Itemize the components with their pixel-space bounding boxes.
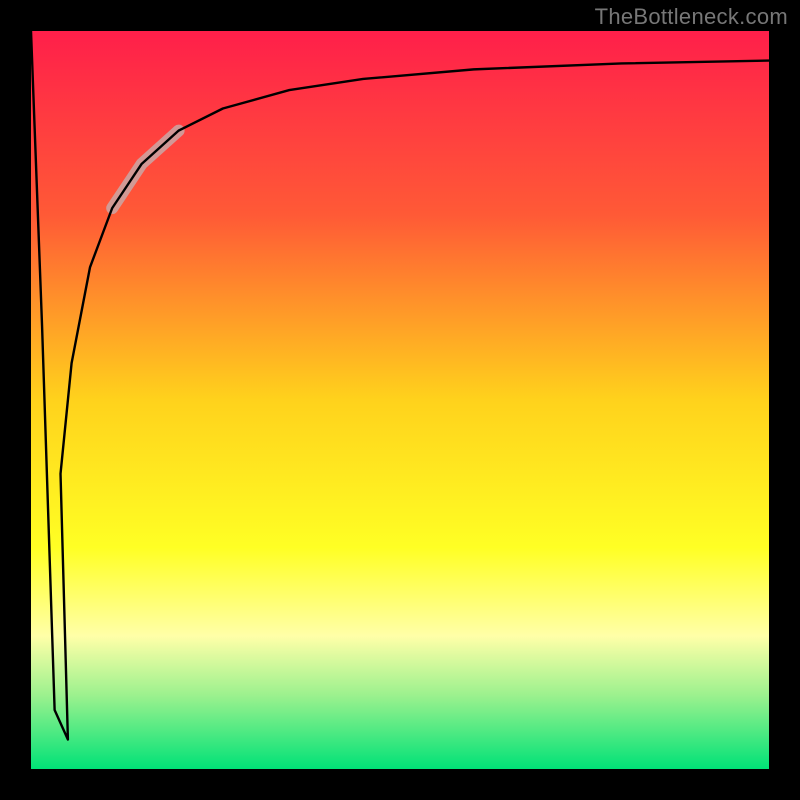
- bottleneck-chart: [0, 0, 800, 800]
- watermark-text: TheBottleneck.com: [595, 4, 788, 30]
- plot-background: [31, 31, 769, 769]
- chart-container: TheBottleneck.com: [0, 0, 800, 800]
